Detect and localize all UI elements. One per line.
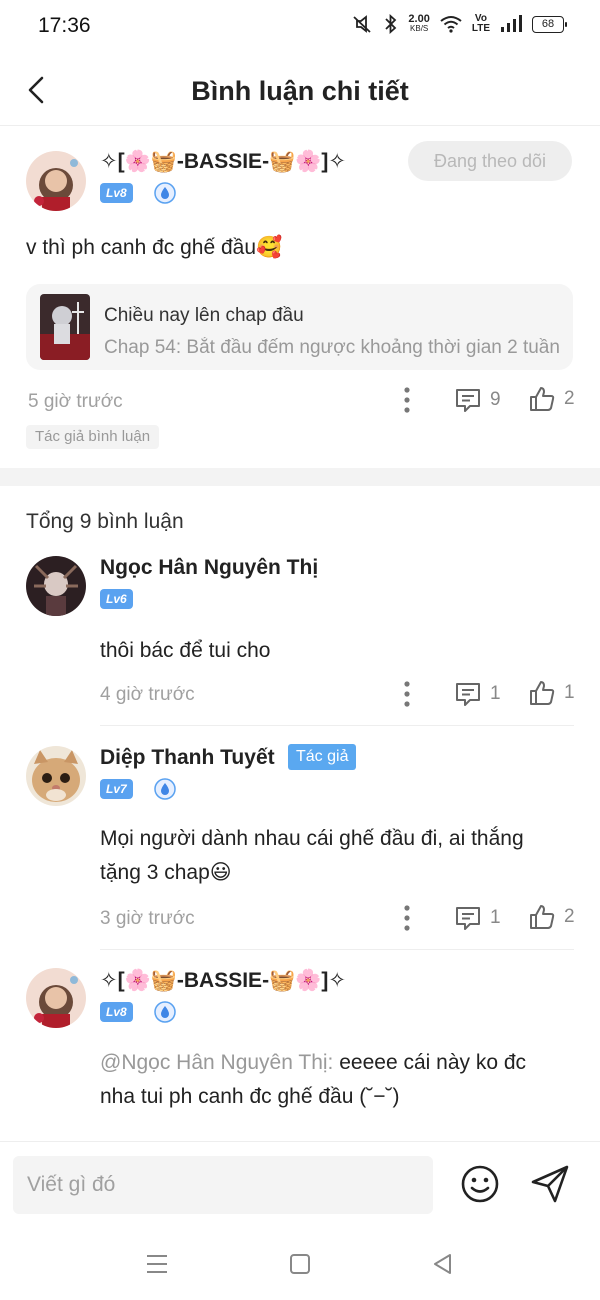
mention-link[interactable]: @Ngọc Hân Nguyên Thị: <box>100 1051 333 1074</box>
chapter-thumbnail <box>40 294 90 360</box>
back-triangle-icon[interactable] <box>430 1251 456 1277</box>
chapter-card[interactable]: Chiều nay lên chap đầu Chap 54: Bắt đầu … <box>26 284 573 370</box>
like-button[interactable]: 2 <box>528 385 575 413</box>
comment-text: v thì ph canh đc ghế đầu🥰 <box>26 236 283 259</box>
reply-count-button[interactable]: 9 <box>454 386 501 414</box>
reply-count-button[interactable]: 1 <box>454 904 501 932</box>
water-drop-badge-icon <box>154 1001 176 1023</box>
user-name[interactable]: ✧[🌸🧺-BASSIE-🧺🌸]✧ <box>100 149 346 174</box>
net-speed-unit: KB/S <box>410 24 429 33</box>
menu-icon[interactable] <box>144 1251 170 1277</box>
reply-text-line2: tặng 3 chap😃 <box>100 861 232 884</box>
page-title: Bình luận chi tiết <box>191 76 409 106</box>
volte-indicator: Vo LTE <box>472 14 490 34</box>
water-drop-badge-icon <box>154 182 176 204</box>
home-icon[interactable] <box>287 1251 313 1277</box>
system-nav-bar <box>0 1229 600 1300</box>
send-icon[interactable] <box>529 1163 571 1205</box>
like-count: 2 <box>564 906 575 927</box>
level-badge: Lv8 <box>100 183 133 203</box>
emoji-icon[interactable] <box>460 1164 500 1204</box>
reply-count: 1 <box>490 683 501 704</box>
avatar[interactable] <box>26 968 86 1028</box>
comment-icon <box>456 683 480 706</box>
level-badge: Lv8 <box>100 1002 133 1022</box>
level-badge: Lv6 <box>100 589 133 609</box>
reply-text-line2: nha tui ph canh đc ghế đầu (˘−˘) <box>100 1085 400 1108</box>
reply-text-line1: @Ngọc Hân Nguyên Thị: eeeee cái này ko đ… <box>100 1046 526 1080</box>
net-speed: 2.00 KB/S <box>408 14 429 34</box>
thumbs-up-icon <box>530 681 555 705</box>
avatar-image <box>26 151 86 211</box>
comment-time: 5 giờ trước <box>28 391 123 412</box>
reply-text: thôi bác để tui cho <box>100 639 271 662</box>
reply-count: 1 <box>490 907 501 928</box>
bluetooth-icon <box>385 14 397 34</box>
thumbs-up-icon <box>530 387 555 411</box>
total-comments-label: Tổng 9 bình luận <box>26 510 184 533</box>
user-name[interactable]: Ngọc Hân Nguyên Thị <box>100 556 318 580</box>
reply-item: Ngọc Hân Nguyên Thị Lv6 thôi bác để tui … <box>0 548 600 726</box>
chapter-subtitle: Chap 54: Bắt đầu đếm ngược khoảng thời g… <box>104 337 560 358</box>
level-badge: Lv7 <box>100 779 133 799</box>
reply-text-part: eeeee cái này ko đc <box>333 1051 527 1074</box>
volte-bottom: LTE <box>471 23 490 34</box>
signal-icon <box>501 15 522 32</box>
like-button[interactable]: 2 <box>528 903 575 931</box>
wifi-icon <box>440 16 462 33</box>
water-drop-badge-icon <box>154 778 176 800</box>
battery-indicator: 68 <box>532 15 567 33</box>
reply-divider <box>100 949 574 950</box>
comment-input-bar: Viết gì đó <box>0 1141 600 1229</box>
like-button[interactable]: 1 <box>528 679 575 707</box>
avatar[interactable] <box>26 151 86 211</box>
status-time: 17:36 <box>38 14 91 37</box>
mute-icon <box>353 15 372 33</box>
author-comment-tag: Tác giả bình luận <box>26 425 160 449</box>
follow-button[interactable]: Đang theo dõi <box>408 141 572 181</box>
user-name[interactable]: Diệp Thanh Tuyết <box>100 746 275 770</box>
like-count: 2 <box>564 388 575 409</box>
reply-time: 3 giờ trước <box>100 908 195 929</box>
avatar[interactable] <box>26 556 86 616</box>
author-badge: Tác giả <box>288 744 357 770</box>
reply-item: ✧[🌸🧺-BASSIE-🧺🌸]✧ Lv8 @Ngọc Hân Nguyên Th… <box>0 962 600 1140</box>
status-icons: 2.00 KB/S Vo LTE 68 <box>350 14 567 34</box>
section-divider <box>0 468 600 486</box>
comment-icon <box>456 389 480 412</box>
more-options-icon[interactable] <box>402 905 412 931</box>
comment-input[interactable]: Viết gì đó <box>13 1156 433 1214</box>
reply-time: 4 giờ trước <box>100 684 195 705</box>
user-name[interactable]: ✧[🌸🧺-BASSIE-🧺🌸]✧ <box>100 968 346 993</box>
status-bar: 17:36 2.00 KB/S Vo LTE 68 <box>0 0 600 56</box>
reply-count-button[interactable]: 1 <box>454 680 501 708</box>
like-count: 1 <box>564 682 575 703</box>
reply-item: Diệp Thanh Tuyết Tác giả Lv7 Mọi người d… <box>0 738 600 950</box>
more-options-icon[interactable] <box>402 681 412 707</box>
reply-divider <box>100 725 574 726</box>
page-header: Bình luận chi tiết <box>0 56 600 126</box>
avatar[interactable] <box>26 746 86 806</box>
comment-icon <box>456 907 480 930</box>
net-speed-value: 2.00 <box>408 13 430 25</box>
chapter-title: Chiều nay lên chap đầu <box>104 305 304 326</box>
more-options-icon[interactable] <box>402 387 412 413</box>
thumbs-up-icon <box>530 905 555 929</box>
main-comment: ✧[🌸🧺-BASSIE-🧺🌸]✧ Lv8 Đang theo dõi v thì… <box>0 127 600 467</box>
reply-text-line1: Mọi người dành nhau cái ghế đầu đi, ai t… <box>100 827 524 850</box>
reply-count: 9 <box>490 389 501 410</box>
